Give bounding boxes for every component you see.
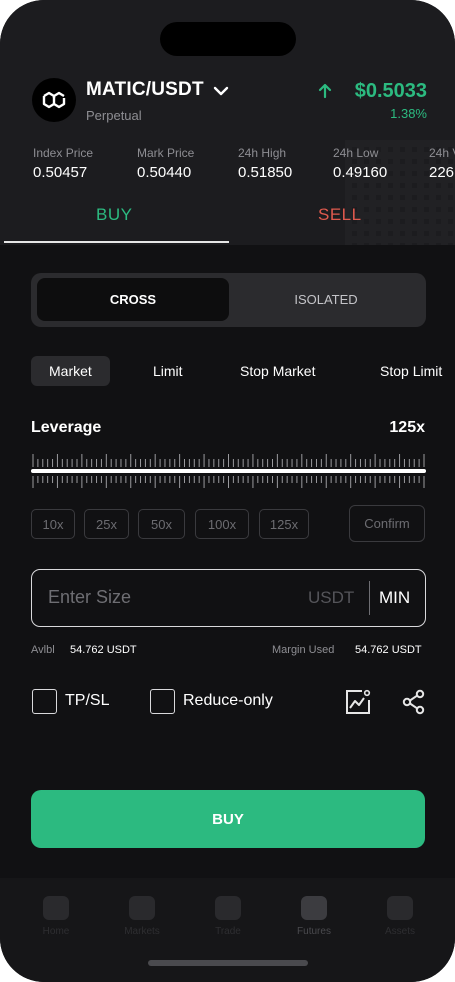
stat-label: 24h High (238, 146, 287, 160)
share-icon[interactable] (402, 689, 426, 720)
nav-futures[interactable]: Futures (292, 896, 336, 937)
stat-value: 0.50440 (137, 164, 192, 181)
home-indicator (148, 960, 308, 966)
leverage-preset-125x[interactable]: 125x (259, 509, 309, 539)
stat-value: 0.50457 (33, 164, 88, 181)
trade-icon (215, 896, 241, 920)
stat-24h-volume: 24h V 226 (429, 146, 455, 181)
reduce-only-checkbox[interactable] (150, 689, 175, 714)
isolated-button[interactable]: ISOLATED (231, 278, 421, 321)
nav-label: Trade (215, 926, 241, 937)
futures-icon (301, 896, 327, 920)
confirm-leverage-button[interactable]: Confirm (349, 505, 425, 542)
stat-mark-price: Mark Price 0.50440 (137, 146, 194, 181)
leverage-value: 125x (389, 419, 425, 436)
nav-label: Assets (384, 926, 415, 937)
nav-markets[interactable]: Markets (120, 896, 164, 937)
nav-assets[interactable]: Assets (378, 896, 422, 937)
order-type-stop-limit[interactable]: Stop Limit (380, 356, 442, 386)
avbl-label: Avlbl (31, 644, 55, 656)
tab-sell[interactable]: SELL (318, 205, 362, 225)
cross-button[interactable]: CROSS (37, 278, 229, 321)
nav-label: Home (42, 926, 70, 937)
stat-label: Mark Price (137, 146, 195, 160)
order-type-market[interactable]: Market (31, 356, 110, 386)
nav-label: Futures (297, 926, 331, 937)
leverage-preset-10x[interactable]: 10x (31, 509, 75, 539)
stat-value: 226 (429, 164, 455, 181)
nav-home[interactable]: Home (34, 896, 78, 937)
active-tab-indicator (4, 241, 229, 243)
avbl-value: 54.762 USDT (70, 644, 137, 656)
chart-icon[interactable] (345, 689, 371, 720)
chevron-down-icon[interactable] (213, 84, 229, 102)
stat-label: Index Price (33, 146, 94, 160)
tpsl-label: TP/SL (65, 692, 110, 709)
margin-used-value: 54.762 USDT (355, 644, 422, 656)
leverage-slider[interactable] (31, 450, 426, 490)
price-change: 1.38% (390, 106, 427, 121)
reduce-only-label: Reduce-only (183, 692, 273, 709)
stat-24h-low: 24h Low 0.49160 (333, 146, 387, 181)
stat-24h-high: 24h High 0.51850 (238, 146, 292, 181)
min-button[interactable]: MIN (379, 588, 410, 608)
nav-label: Markets (124, 926, 160, 937)
margin-used-label: Margin Used (272, 644, 335, 656)
dynamic-island (160, 22, 296, 56)
leverage-preset-25x[interactable]: 25x (84, 509, 129, 539)
stat-value: 0.49160 (333, 164, 388, 181)
size-input-placeholder: Enter Size (48, 587, 132, 607)
stat-label: 24h V (429, 146, 455, 160)
divider (369, 581, 370, 615)
size-unit: USDT (308, 588, 355, 607)
contract-type: Perpetual (86, 108, 142, 123)
margin-mode-toggle: CROSS ISOLATED (31, 273, 426, 327)
tpsl-checkbox[interactable] (32, 689, 57, 714)
pair-selector[interactable]: MATIC/USDT (86, 79, 204, 101)
nav-trade[interactable]: Trade (206, 896, 250, 937)
stat-value: 0.51850 (238, 164, 293, 181)
buy-button[interactable]: BUY (31, 790, 425, 848)
order-type-stop-market[interactable]: Stop Market (240, 356, 315, 386)
phone-screen: MATIC/USDT Perpetual $0.5033 1.38% Index… (0, 0, 455, 982)
stat-index-price: Index Price 0.50457 (33, 146, 93, 181)
last-price: $0.5033 (354, 80, 427, 102)
polygon-logo-icon (32, 78, 76, 122)
leverage-preset-100x[interactable]: 100x (195, 509, 249, 539)
order-type-limit[interactable]: Limit (153, 356, 183, 386)
wallet-icon (387, 896, 413, 920)
leverage-label: Leverage (31, 419, 102, 436)
slider-fill (31, 469, 426, 473)
leverage-preset-50x[interactable]: 50x (138, 509, 185, 539)
home-icon (43, 896, 69, 920)
arrow-up-icon (318, 83, 332, 104)
markets-icon (129, 896, 155, 920)
stat-label: 24h Low (333, 146, 379, 160)
tab-buy[interactable]: BUY (96, 205, 132, 225)
size-input[interactable]: Enter Size USDT MIN (31, 569, 426, 627)
